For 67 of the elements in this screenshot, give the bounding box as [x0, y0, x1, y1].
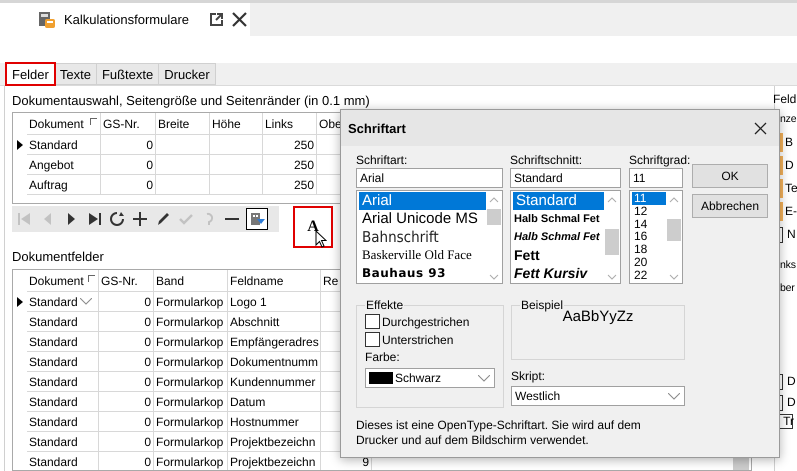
table-cell-text: Logo 1: [230, 294, 267, 312]
table-cell-text: Formularkop: [156, 414, 224, 432]
field-label: D: [778, 372, 796, 391]
table-cell-text: Formularkop: [156, 394, 224, 412]
table-cell-text: Standard: [29, 354, 78, 372]
field-label: Schriftgrad:: [629, 153, 690, 168]
table-cell-text: Dokumentnumm: [230, 354, 318, 372]
dialog-title: Schriftart: [348, 120, 406, 136]
table-cell-text: Standard: [29, 314, 78, 332]
table-cell-text: Abschnitt: [230, 314, 280, 332]
table-cell-text: Formularkop: [156, 294, 224, 312]
field-label: nze: [780, 112, 796, 127]
group-title: Effekte: [365, 298, 404, 312]
table-cell-text: 0: [144, 294, 151, 312]
table-cell-text: Standard: [29, 137, 78, 154]
table-cell-text: 0: [146, 177, 153, 194]
table-cell-text: Formularkop: [156, 334, 224, 352]
table-cell-text: 0: [144, 314, 151, 332]
field-label: Schriftart:: [356, 153, 408, 168]
table-cell-text: Formularkop: [156, 454, 224, 470]
table-cell-text: 0: [144, 374, 151, 392]
group-title: Feld: [773, 92, 796, 106]
table-cell-text: Datum: [230, 394, 266, 412]
table-cell-text: 9: [362, 454, 369, 470]
table-cell-text: 0: [144, 414, 151, 432]
table-cell-text: Auftrag: [29, 177, 68, 194]
table-cell-text: 0: [146, 137, 153, 154]
table-cell-text: Angebot: [29, 157, 74, 174]
table-cell-text: Standard: [29, 414, 78, 432]
table-cell-text: Standard: [29, 294, 78, 312]
table-cell-text: Standard: [29, 334, 78, 352]
sample-text: AaBbYyZz: [562, 308, 634, 325]
table-cell-text: Formularkop: [156, 314, 224, 332]
checkbox-label: Durchgestrichen: [382, 314, 470, 328]
checkbox-label: Unterstrichen: [382, 332, 454, 346]
table-cell-text: Empfängeradres: [230, 334, 319, 352]
field-label: Skript:: [511, 369, 546, 384]
table-cell-text: 0: [144, 354, 151, 372]
table-cell-text: Kundennummer: [230, 374, 316, 392]
field-label: N: [778, 225, 796, 244]
field-label: Farbe:: [365, 350, 400, 365]
table-cell-text: Formularkop: [156, 434, 224, 452]
table-cell-text: Projektbezeichn: [230, 434, 316, 452]
table-cell-text: Formularkop: [156, 374, 224, 392]
table-cell-text: Standard: [29, 374, 78, 392]
table-cell-text: 0: [144, 394, 151, 412]
table-cell-text: 250: [294, 157, 314, 174]
field-label: Schriftschnitt:: [510, 153, 582, 168]
group-title: Beispiel: [520, 298, 564, 312]
section-label: Dokumentfelder: [12, 248, 104, 266]
field-label: nks: [780, 258, 796, 273]
table-cell-text: Formularkop: [156, 354, 224, 372]
field-label: ber: [780, 281, 795, 296]
section-label: Dokumentauswahl, Seitengröße und Seitenränder (in 0.1 mm): [12, 92, 370, 110]
table-cell-text: Standard: [29, 434, 78, 452]
table-cell-text: 0: [144, 334, 151, 352]
table-cell-text: 0: [146, 157, 153, 174]
table-cell-text: 0: [144, 434, 151, 452]
field-label: D: [778, 393, 796, 412]
table-cell-text: Hostnummer: [230, 414, 299, 432]
table-cell-text: 250: [294, 177, 314, 194]
table-cell-text: Standard: [29, 454, 78, 470]
table-cell-text: Projektbezeichn: [230, 454, 316, 470]
table-cell-text: 0: [144, 454, 151, 470]
table-cell-text: Standard: [29, 394, 78, 412]
font-info-text: Dieses ist eine OpenType-Schriftart. Sie wird auf dem Drucker und auf dem Bildschirm verwendet.: [356, 418, 642, 448]
table-cell-text: 250: [294, 137, 314, 154]
